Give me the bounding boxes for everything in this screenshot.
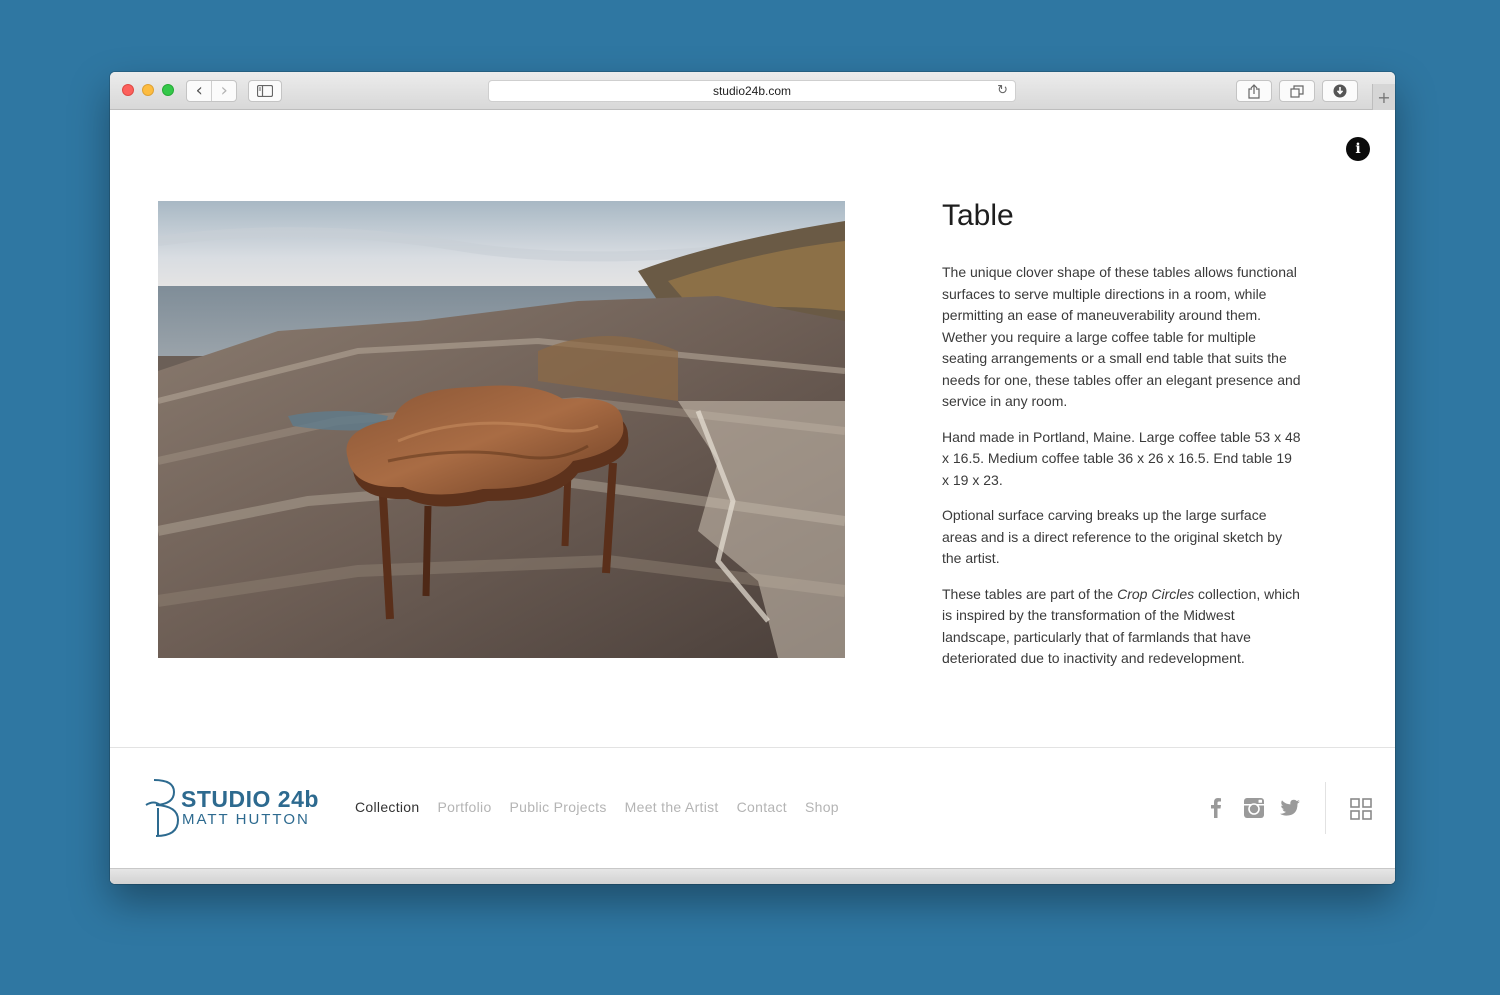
url-text: studio24b.com bbox=[712, 84, 792, 98]
close-window-button[interactable] bbox=[122, 84, 134, 96]
nav-item-public-projects[interactable]: Public Projects bbox=[510, 799, 607, 815]
info-icon[interactable]: i bbox=[1346, 137, 1370, 161]
share-icon bbox=[1248, 83, 1260, 99]
nav-item-meet-the-artist[interactable]: Meet the Artist bbox=[625, 799, 719, 815]
twitter-icon[interactable] bbox=[1277, 795, 1303, 821]
new-tab-button[interactable]: + bbox=[1372, 84, 1395, 110]
share-button[interactable] bbox=[1236, 80, 1272, 102]
forward-button[interactable]: › bbox=[211, 81, 236, 101]
product-title: Table bbox=[942, 199, 1014, 232]
description-paragraph: Hand made in Portland, Maine. Large coff… bbox=[942, 428, 1301, 488]
product-description: The unique clover shape of these tables … bbox=[942, 262, 1302, 684]
description-paragraph: The unique clover shape of these tables … bbox=[942, 264, 1301, 409]
downloads-button[interactable] bbox=[1322, 80, 1358, 102]
instagram-icon[interactable] bbox=[1241, 795, 1267, 821]
minimize-window-button[interactable] bbox=[142, 84, 154, 96]
footer-divider bbox=[1325, 782, 1326, 834]
facebook-icon[interactable] bbox=[1203, 795, 1229, 821]
reload-icon[interactable]: ↻ bbox=[997, 83, 1008, 98]
site-footer: STUDIO 24b MATT HUTTON Collection Portfo… bbox=[110, 747, 1395, 868]
browser-window: ‹ › studio24b.com ↻ + i Table The unique… bbox=[110, 72, 1395, 884]
table-on-rocks-image bbox=[158, 201, 845, 658]
chevron-right-icon: › bbox=[220, 80, 228, 101]
browser-toolbar: ‹ › studio24b.com ↻ + bbox=[110, 72, 1395, 110]
tabs-icon bbox=[1290, 84, 1304, 98]
studio-logo[interactable]: STUDIO 24b MATT HUTTON bbox=[144, 778, 334, 840]
product-photo bbox=[158, 201, 845, 658]
address-bar[interactable]: studio24b.com ↻ bbox=[488, 80, 1016, 102]
window-bottom-bar bbox=[110, 868, 1395, 884]
back-button[interactable]: ‹ bbox=[187, 81, 211, 101]
navigation-buttons: ‹ › bbox=[186, 80, 237, 102]
footer-nav: Collection Portfolio Public Projects Mee… bbox=[355, 799, 857, 815]
zoom-window-button[interactable] bbox=[162, 84, 174, 96]
collection-name: Crop Circles bbox=[1117, 585, 1195, 602]
logo-main-text: STUDIO 24b bbox=[181, 786, 319, 812]
nav-item-shop[interactable]: Shop bbox=[805, 799, 839, 815]
nav-item-portfolio[interactable]: Portfolio bbox=[437, 799, 491, 815]
nav-item-contact[interactable]: Contact bbox=[737, 799, 787, 815]
web-page: i Table The unique clover shape of these… bbox=[110, 110, 1395, 884]
collection-text-before: These tables are part of the bbox=[942, 585, 1118, 602]
download-icon bbox=[1333, 84, 1347, 98]
logo-mark-icon bbox=[145, 779, 180, 837]
sidebar-icon bbox=[257, 85, 273, 97]
logo-sub-text: MATT HUTTON bbox=[182, 811, 310, 828]
description-paragraph: Optional surface carving breaks up the l… bbox=[942, 507, 1283, 566]
collection-paragraph: These tables are part of the Crop Circle… bbox=[942, 584, 1302, 670]
chevron-left-icon: ‹ bbox=[195, 80, 203, 101]
nav-item-collection[interactable]: Collection bbox=[355, 799, 419, 815]
sidebar-toggle-button[interactable] bbox=[248, 80, 282, 102]
show-tabs-button[interactable] bbox=[1279, 80, 1315, 102]
grid-icon[interactable] bbox=[1350, 798, 1372, 820]
